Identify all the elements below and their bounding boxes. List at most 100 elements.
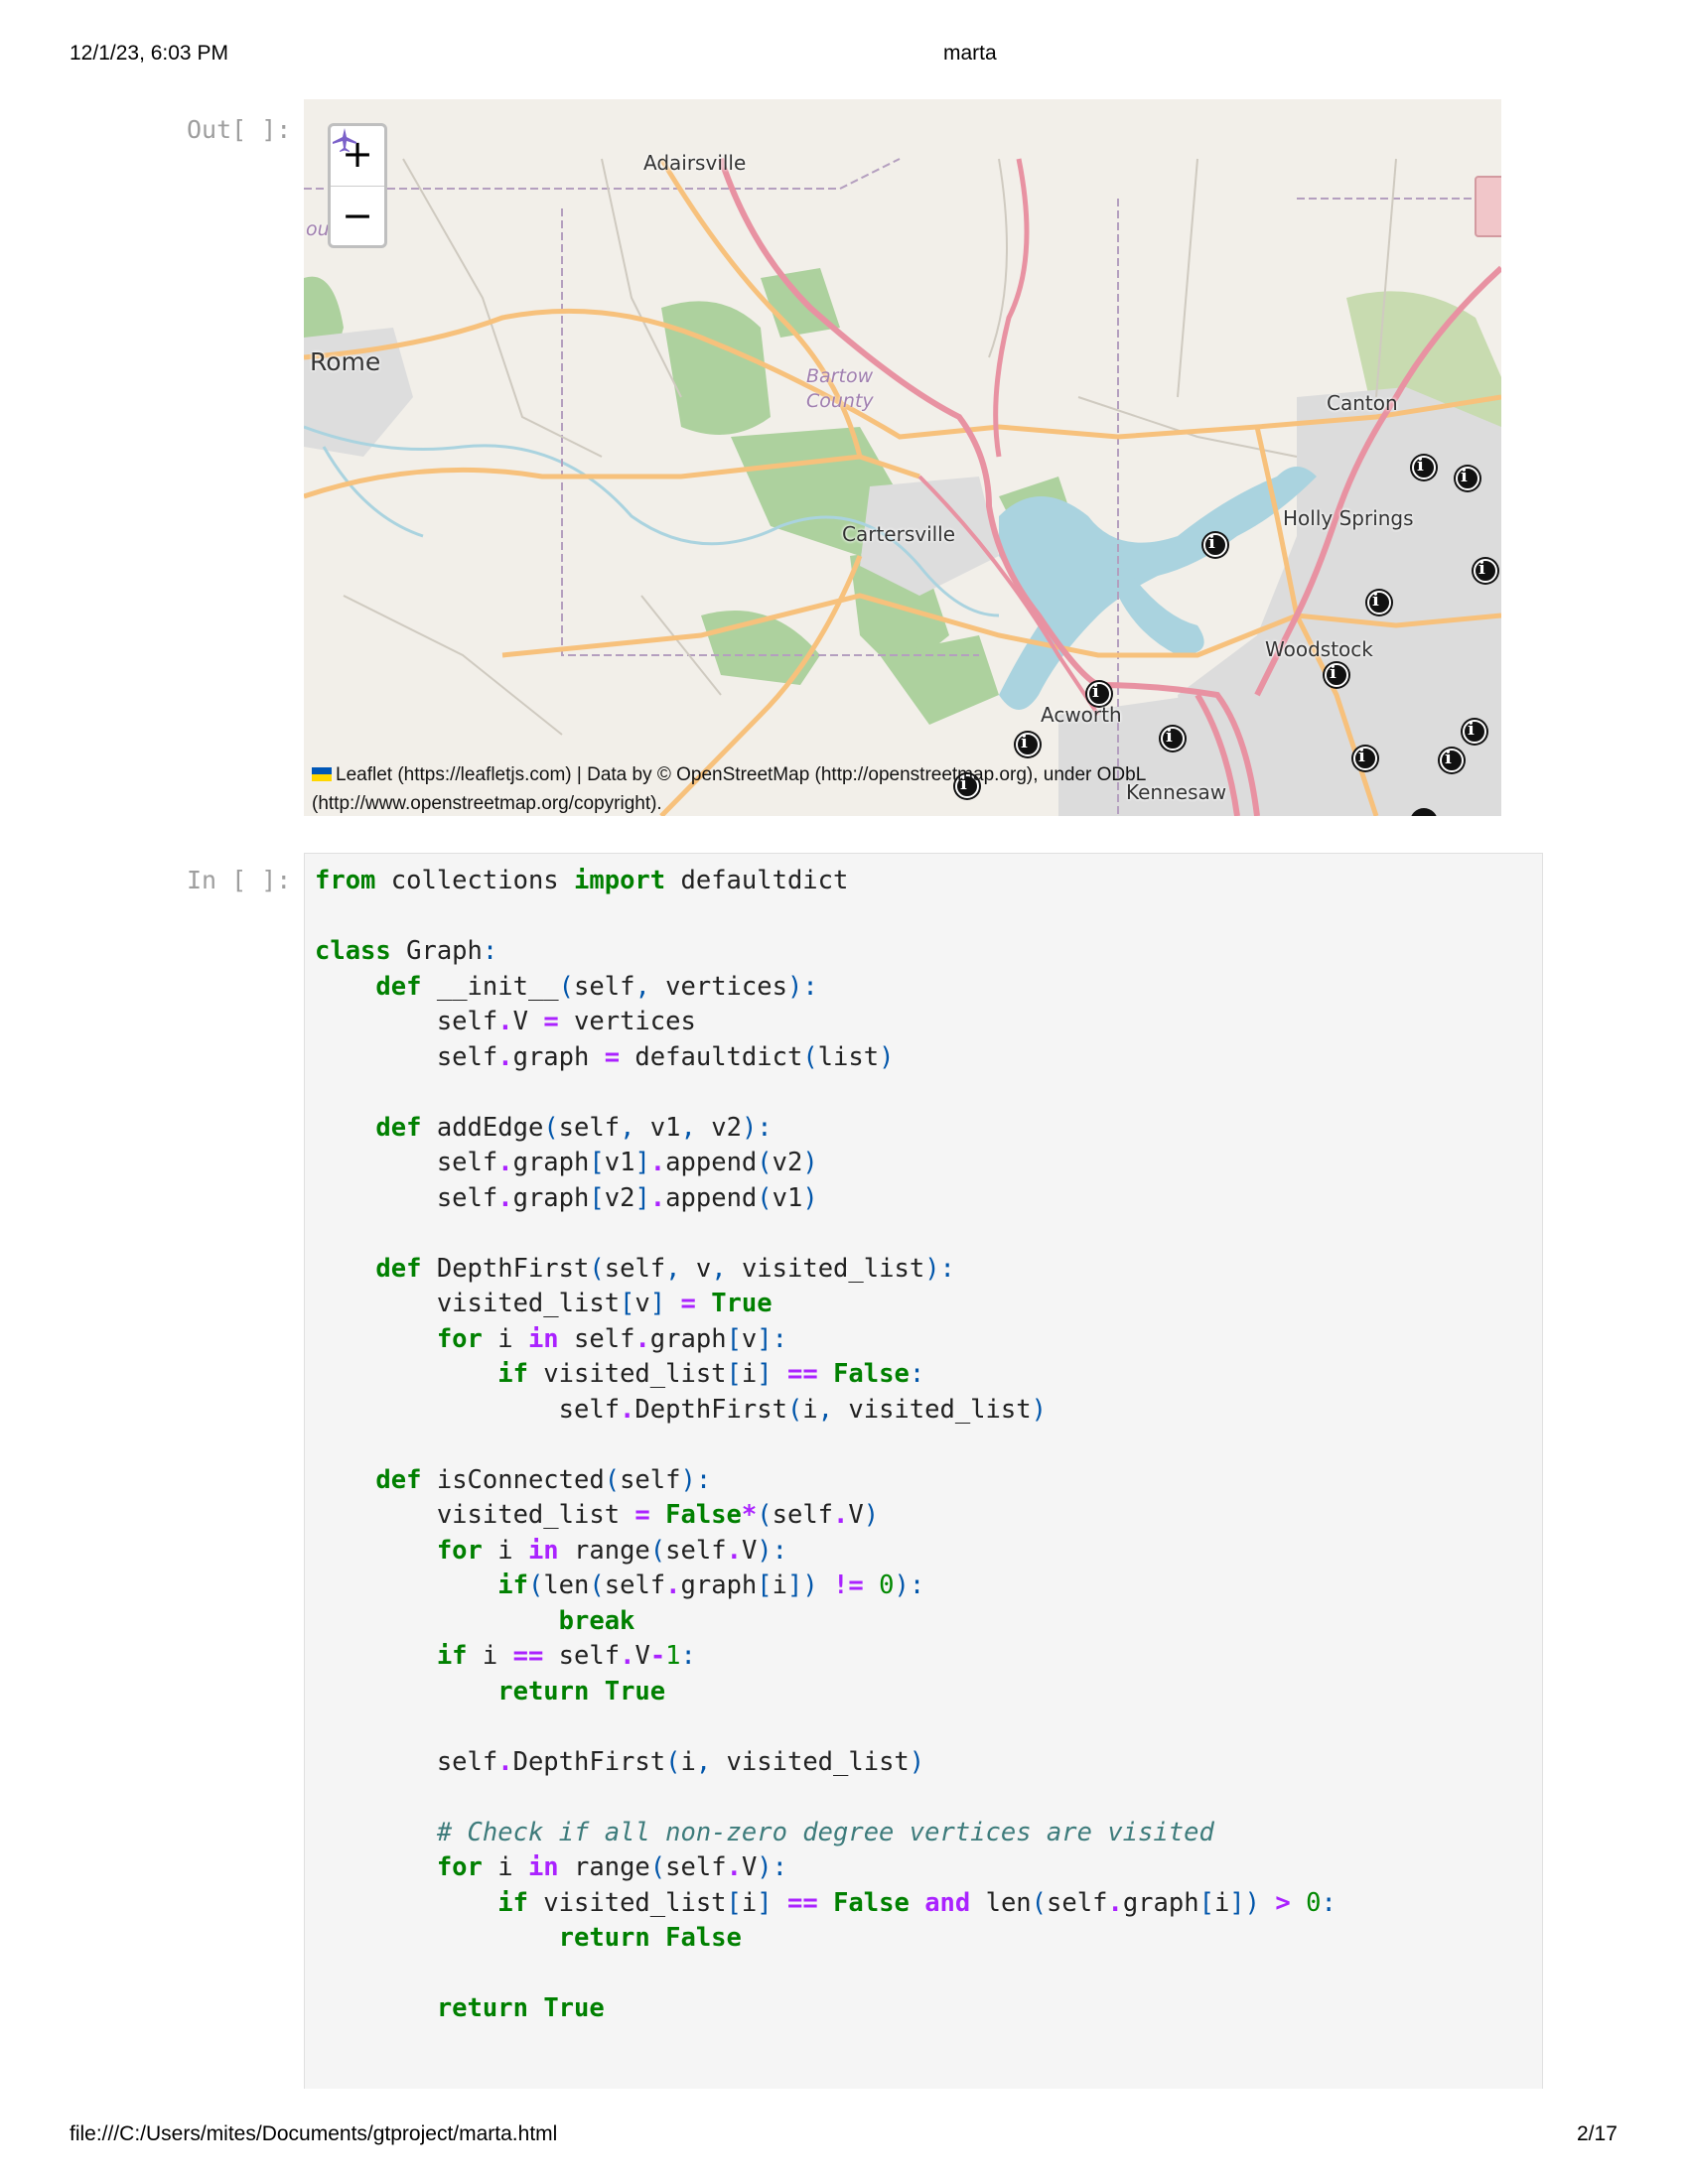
code-token: = <box>543 1007 559 1036</box>
code-token: . <box>497 1007 513 1036</box>
code-line: for i in self.graph[v]: <box>315 1324 787 1354</box>
marker-glyph[interactable]: i <box>1208 532 1215 553</box>
code-token: ) <box>879 1041 895 1072</box>
code-token: ] <box>757 1359 773 1389</box>
code-token: , <box>680 1112 696 1143</box>
code-token: == <box>786 1887 818 1918</box>
code-token: . <box>620 1394 635 1425</box>
code-token: graph <box>1122 1887 1199 1918</box>
code-editor[interactable]: from collections import defaultdict clas… <box>315 864 1336 2027</box>
code-token: True <box>711 1289 773 1318</box>
code-token: . <box>497 1746 513 1777</box>
label-acworth: Acworth <box>1041 703 1122 727</box>
copyright-link[interactable]: (http://www.openstreetmap.org/copyright)… <box>312 793 662 814</box>
code-token: vertices <box>649 971 787 1002</box>
code-token: if <box>497 1359 528 1389</box>
code-token: v1 <box>772 1182 803 1213</box>
code-token: ( <box>649 1535 666 1566</box>
code-token: for <box>436 1323 483 1354</box>
code-token: range <box>558 1852 650 1882</box>
zoom-out-button[interactable]: − <box>331 188 384 243</box>
code-token: ( <box>604 1464 621 1495</box>
code-token: append <box>665 1148 758 1177</box>
code-token: graph <box>512 1041 605 1072</box>
code-token: v2 <box>695 1112 742 1143</box>
code-token: import <box>574 866 666 895</box>
marker-glyph[interactable]: i <box>1417 455 1424 476</box>
code-token: self <box>604 1570 666 1600</box>
code-token: V <box>848 1500 864 1530</box>
code-token: ): <box>786 971 818 1002</box>
marker-glyph[interactable]: i <box>1166 726 1173 747</box>
attribution-link[interactable]: Leaflet (https://leafletjs.com) | Data b… <box>336 764 1146 785</box>
code-line: class Graph: <box>315 936 497 966</box>
code-token: : <box>680 1641 696 1671</box>
code-token: [ <box>589 1148 605 1177</box>
code-token: list <box>817 1041 880 1072</box>
zoom-control: + − <box>328 123 387 248</box>
zoom-separator <box>331 186 384 187</box>
code-token: self <box>620 1464 681 1495</box>
marker-glyph[interactable]: i <box>1021 732 1028 752</box>
code-token: . <box>665 1570 681 1600</box>
marker-glyph[interactable]: i <box>1478 558 1485 579</box>
code-token: , <box>817 1394 834 1425</box>
code-token: ( <box>589 1570 605 1600</box>
marker-glyph[interactable]: i <box>1468 719 1475 740</box>
code-cell[interactable]: from collections import defaultdict clas… <box>304 853 1543 2089</box>
code-token: for <box>436 1535 483 1566</box>
code-token: [ <box>726 1359 742 1389</box>
code-token: , <box>695 1746 712 1777</box>
code-token: . <box>649 1182 666 1213</box>
marker <box>1201 531 1229 559</box>
marker-glyph[interactable]: i <box>1372 590 1379 611</box>
code-line: if visited_list[i] == False: <box>315 1359 924 1389</box>
marker-glyph[interactable]: i <box>1330 662 1336 683</box>
code-token: False <box>833 1887 910 1918</box>
code-token: [ <box>726 1887 742 1918</box>
marker-glyph[interactable]: i <box>1461 466 1468 486</box>
code-token: visited_list <box>833 1394 1032 1425</box>
code-token: self <box>315 1007 498 1036</box>
marker-glyph[interactable]: i <box>1092 681 1099 702</box>
marker <box>1014 731 1042 758</box>
out-prompt: Out[ ]: <box>187 115 292 144</box>
code-line: return True <box>315 1993 605 2023</box>
code-token: self <box>665 1852 727 1882</box>
code-token: != <box>833 1570 864 1600</box>
code-token: . <box>620 1641 635 1671</box>
code-token: visited_list <box>315 1500 635 1530</box>
code-token: ] <box>634 1182 650 1213</box>
label-bartow: Bartow <box>806 365 874 387</box>
code-line: def isConnected(self): <box>315 1465 711 1495</box>
code-token: ): <box>894 1570 925 1600</box>
code-token: = <box>634 1500 650 1530</box>
code-token: [ <box>1198 1887 1214 1918</box>
code-token: ) <box>863 1500 880 1530</box>
marker-glyph[interactable]: i <box>1445 748 1452 768</box>
code-token: in <box>527 1323 559 1354</box>
page-number: 2/17 <box>1577 2122 1618 2145</box>
marker <box>1323 661 1350 689</box>
code-token: v2 <box>772 1148 803 1177</box>
code-token: break <box>558 1605 635 1636</box>
code-line: self.DepthFirst(i, visited_list) <box>315 1747 924 1777</box>
marker <box>1461 718 1488 746</box>
attribution-line-2: (http://www.openstreetmap.org/copyright)… <box>312 789 1404 816</box>
marker <box>1438 747 1466 774</box>
leaflet-map[interactable]: i i i i i i i i i i i i i Adairsville Ro… <box>304 99 1501 816</box>
highway-us411 <box>993 158 1030 458</box>
code-token: , <box>711 1253 727 1284</box>
code-token: 0 <box>1306 1887 1322 1918</box>
code-token: ( <box>757 1148 773 1177</box>
code-token: * <box>741 1500 758 1530</box>
